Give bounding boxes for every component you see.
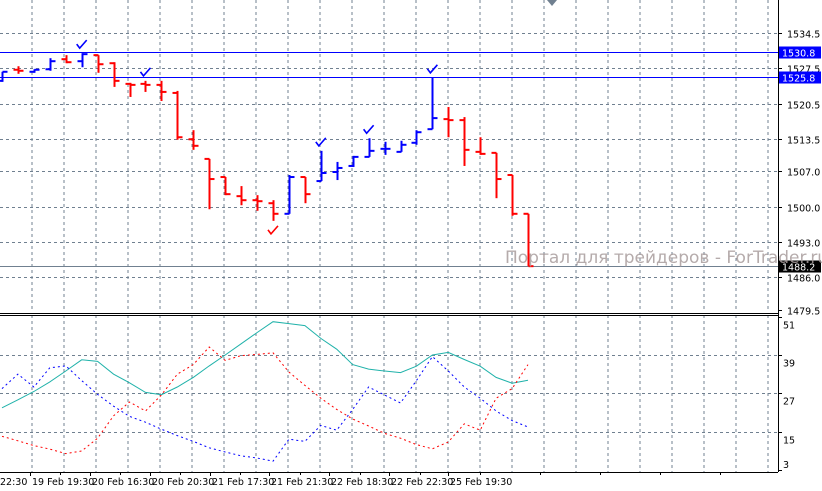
- grid: [0, 0, 778, 472]
- price-line-label: 1530.8: [782, 49, 815, 60]
- price-line-label: 1525.8: [782, 74, 815, 85]
- indicator-line: [1, 346, 529, 455]
- price-bar: [380, 141, 391, 155]
- time-tick-label: 21 Feb 21:30: [271, 477, 333, 488]
- price-bar: [109, 62, 120, 87]
- price-tick-label: 1500.0: [787, 204, 820, 215]
- time-tick-label: 22 Feb 22:30: [391, 477, 453, 488]
- price-bar: [140, 80, 151, 92]
- watermark: Портал для трейдеров - ForTrader.ru: [505, 248, 822, 268]
- price-bar: [348, 155, 359, 167]
- indicator-tick-label: 39: [783, 359, 795, 370]
- time-tick-label: 20 Feb 20:30: [152, 477, 214, 488]
- time-tick-label: 19 Feb 19:30: [32, 477, 94, 488]
- price-tick-label: 1513.5: [787, 136, 820, 147]
- price-tick-label: 1479.5: [787, 307, 820, 318]
- price-bar: [268, 200, 279, 221]
- price-axis[interactable]: 1534.51527.51520.51513.51507.01500.01493…: [778, 30, 821, 318]
- price-bar: [300, 176, 311, 204]
- price-bar: [61, 55, 72, 64]
- price-bar: [252, 195, 263, 211]
- indicator-tick-label: 15: [783, 436, 795, 447]
- price-bar: [77, 53, 88, 68]
- price-bar: [236, 186, 247, 206]
- time-axis[interactable]: 22:30 19 Feb 19:3020 Feb 16:3020 Feb 20:3…: [0, 472, 721, 488]
- price-bar: [204, 157, 215, 210]
- indicator-axis[interactable]: 51 39 27 15 3: [778, 317, 795, 472]
- price-bar: [125, 82, 136, 97]
- checkmark-icon: [76, 39, 88, 50]
- price-bar: [427, 77, 438, 131]
- price-bar: [316, 150, 327, 183]
- time-tick-label: 20 Feb 16:30: [92, 477, 154, 488]
- price-bars: [0, 53, 534, 268]
- indicator-tick-label: 51: [783, 321, 795, 332]
- trading-chart[interactable]: 1534.51527.51520.51513.51507.01500.01493…: [0, 0, 822, 491]
- indicator-tick-label: 27: [783, 397, 795, 408]
- price-bar: [13, 66, 24, 74]
- horizontal-lines[interactable]: [0, 52, 778, 267]
- indicator-lines: [1, 321, 529, 462]
- time-tick-label: 22:30: [0, 477, 27, 488]
- indicator-line: [1, 355, 529, 462]
- price-bar: [411, 130, 422, 145]
- indicator-line: [1, 321, 529, 409]
- price-bar: [507, 174, 518, 216]
- price-tick-label: 1534.5: [787, 30, 820, 41]
- time-tick-label: 21 Feb 17:30: [212, 477, 274, 488]
- price-bar: [284, 175, 295, 215]
- price-bar: [156, 80, 167, 101]
- price-bar: [0, 70, 8, 82]
- price-bar: [459, 117, 470, 166]
- price-bar: [188, 130, 199, 150]
- chart-frame: [0, 0, 779, 473]
- checkmark-icon: [362, 124, 375, 135]
- price-bar: [332, 161, 343, 181]
- time-tick-label: 25 Feb 19:30: [450, 477, 512, 488]
- price-bar: [443, 107, 454, 138]
- time-tick-label: 22 Feb 18:30: [331, 477, 393, 488]
- price-bar: [220, 176, 231, 196]
- indicator-tick-label: 3: [783, 460, 789, 471]
- price-tick-label: 1507.0: [787, 168, 820, 179]
- chart-shift-marker-icon[interactable]: [547, 0, 557, 6]
- checkmark-icon: [267, 225, 279, 236]
- price-bar: [172, 90, 183, 140]
- price-bar: [491, 151, 502, 199]
- price-bar: [93, 54, 104, 73]
- price-tick-label: 1520.5: [787, 101, 820, 112]
- price-bar: [364, 138, 375, 158]
- price-tick-label: 1486.0: [787, 274, 820, 285]
- price-bar: [396, 140, 407, 153]
- price-bar: [29, 68, 40, 73]
- checkmark-icon: [139, 67, 152, 78]
